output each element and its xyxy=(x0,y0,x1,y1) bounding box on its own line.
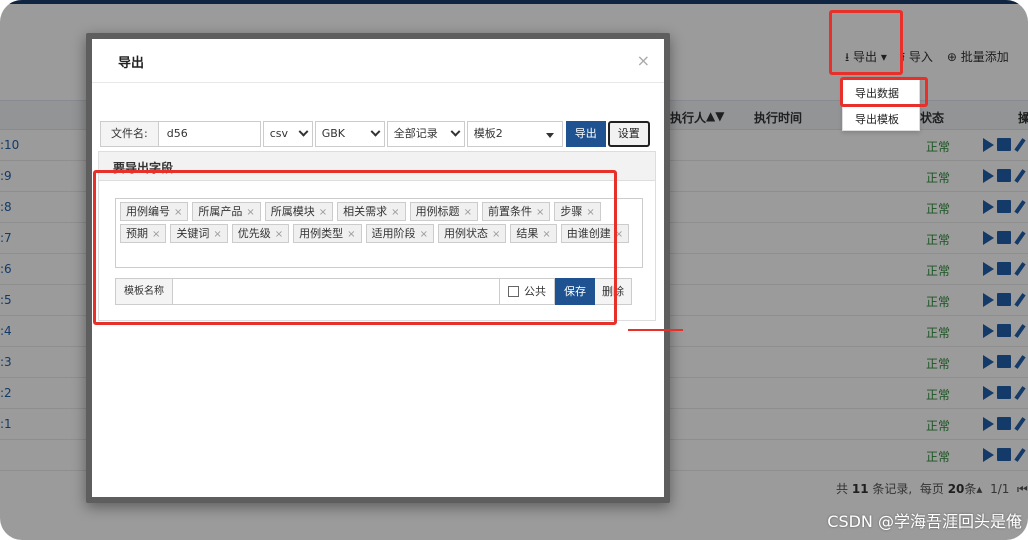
modal-title: 导出 xyxy=(118,56,145,71)
settings-button[interactable]: 设置 xyxy=(607,121,650,147)
format-select[interactable]: csv xyxy=(262,121,313,147)
highlight-fields-area xyxy=(93,170,617,325)
range-value: 全部记录 xyxy=(393,127,438,140)
chevron-down-icon xyxy=(450,126,461,137)
template-value: 模板2 xyxy=(473,127,503,140)
export-controls: 文件名: d56 csv GBK 全部记录 模板2 导出 设置 xyxy=(100,121,650,147)
format-value: csv xyxy=(269,127,289,140)
template-select[interactable]: 模板2 xyxy=(466,121,563,147)
encoding-select[interactable]: GBK xyxy=(314,121,385,147)
highlight-line xyxy=(628,329,683,331)
filename-input[interactable]: d56 xyxy=(158,121,261,147)
watermark: CSDN @学海吾涯回头是俺 xyxy=(827,512,1022,531)
range-select[interactable]: 全部记录 xyxy=(386,121,465,147)
export-submit-button[interactable]: 导出 xyxy=(565,121,606,147)
chevron-down-icon xyxy=(370,126,381,137)
filename-label: 文件名: xyxy=(100,121,159,147)
highlight-export-button xyxy=(829,10,903,75)
chevron-down-icon xyxy=(298,126,309,137)
close-icon[interactable]: × xyxy=(637,51,650,70)
caret-down-icon xyxy=(545,133,554,138)
menu-item-export-template[interactable]: 导出模板 xyxy=(843,104,919,130)
encoding-value: GBK xyxy=(321,127,346,140)
highlight-export-data xyxy=(840,77,928,107)
modal-header: 导出 × xyxy=(92,39,664,83)
